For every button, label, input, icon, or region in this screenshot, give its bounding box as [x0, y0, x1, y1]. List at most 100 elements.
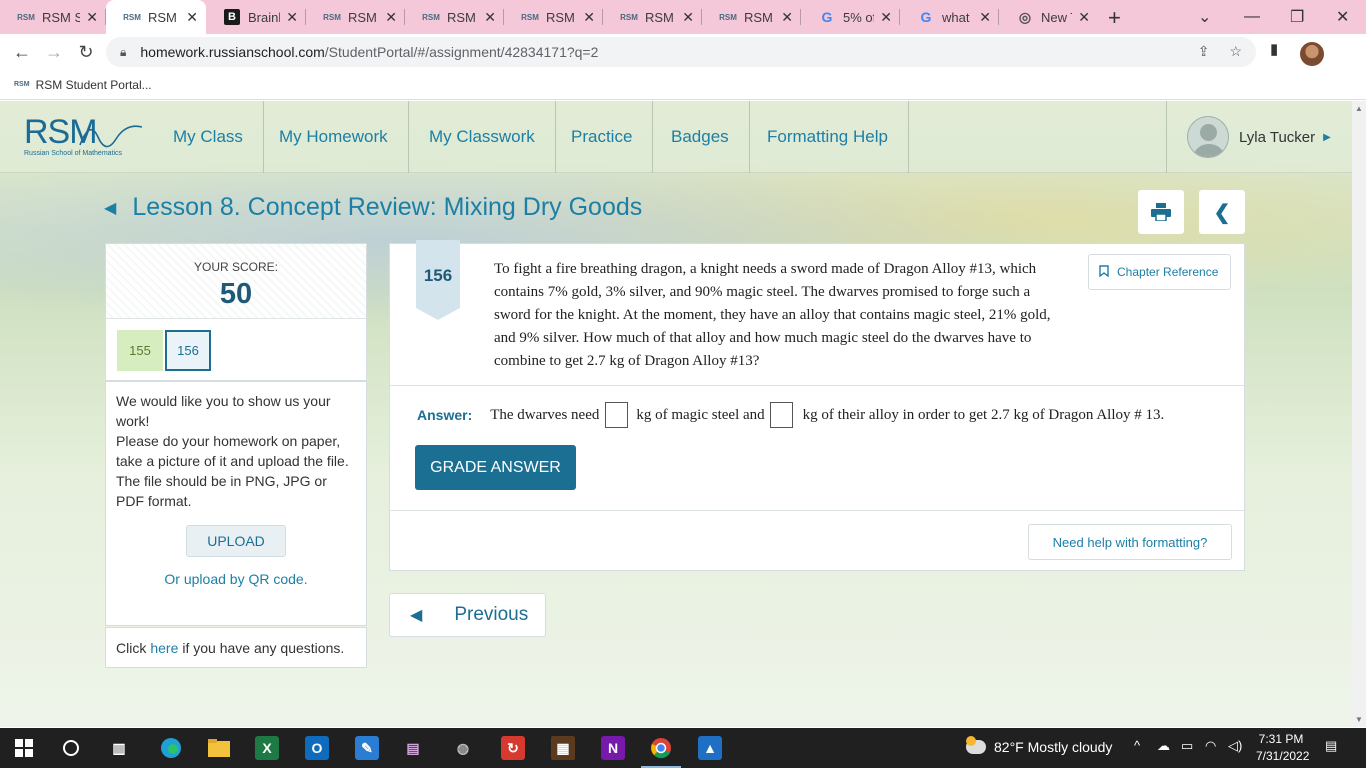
close-tab-icon[interactable]: ✕	[979, 9, 991, 26]
close-tab-icon[interactable]: ✕	[682, 9, 694, 26]
close-tab-icon[interactable]: ✕	[86, 9, 98, 26]
weather-widget[interactable]: 82°F Mostly cloudy	[966, 736, 1112, 755]
task-view-icon[interactable]: ▥	[107, 736, 131, 760]
system-clock[interactable]: 7:31 PM 7/31/2022	[1256, 731, 1309, 765]
notifications-icon[interactable]: ▤	[1325, 738, 1337, 754]
lesson-title: Lesson 8. Concept Review: Mixing Dry Goo…	[132, 193, 643, 221]
battery-icon[interactable]: ▭	[1181, 738, 1193, 754]
magic-steel-input[interactable]	[605, 402, 629, 428]
scroll-down-icon[interactable]: ▼	[1355, 715, 1363, 724]
file-explorer-icon[interactable]	[207, 736, 231, 760]
back-chevron-icon[interactable]: ◀	[104, 198, 116, 218]
print-button[interactable]	[1138, 190, 1184, 234]
score-panel: YOUR SCORE: 50 155 156	[105, 243, 367, 381]
browser-tab[interactable]: B Brainly ✕	[206, 0, 306, 34]
browser-tab[interactable]: RSM RSM S ✕	[306, 0, 405, 34]
browser-tab[interactable]: RSM RSM S ✕	[702, 0, 801, 34]
rsm-favicon: RSM	[123, 12, 141, 22]
browser-tab[interactable]: ◎ New T ✕	[999, 0, 1098, 34]
close-tab-icon[interactable]: ✕	[781, 9, 793, 26]
bookmark-star-icon[interactable]: ☆	[1229, 43, 1242, 60]
close-window-icon[interactable]: ✕	[1336, 0, 1349, 34]
address-bar[interactable]: 🔒︎ homework.russianschool.com/StudentPor…	[106, 37, 1256, 67]
answer-section: Answer: The dwarves need kg of magic ste…	[390, 385, 1244, 511]
sync-app-icon[interactable]: ↻	[501, 736, 525, 760]
calculator-app-icon[interactable]: ▤	[401, 736, 425, 760]
question-nav-155[interactable]: 155	[117, 330, 163, 371]
browser-tab[interactable]: G 5% of ✕	[801, 0, 900, 34]
browser-tab[interactable]: RSM RSM S ✕	[0, 0, 106, 34]
excel-icon[interactable]: X	[255, 736, 279, 760]
page-scrollbar[interactable]: ▲ ▼	[1352, 101, 1366, 727]
outlook-icon[interactable]: O	[305, 736, 329, 760]
close-tab-icon[interactable]: ✕	[583, 9, 595, 26]
chevron-left-icon: ◀	[410, 607, 423, 624]
formatting-help-button[interactable]: Need help with formatting?	[1028, 524, 1232, 560]
minimize-icon[interactable]: —	[1244, 0, 1260, 34]
browser-tab[interactable]: G what is ✕	[900, 0, 999, 34]
forward-icon[interactable]: →	[41, 40, 67, 64]
grade-answer-button[interactable]: GRADE ANSWER	[415, 445, 576, 490]
rsm-logo[interactable]: RSM Russian School of Mathematics	[24, 115, 144, 159]
nav-label: My Class	[173, 127, 243, 146]
collapse-button[interactable]: ❮	[1199, 190, 1245, 234]
chapter-reference-button[interactable]: Chapter Reference	[1088, 254, 1231, 290]
share-icon[interactable]: ⇪	[1198, 43, 1210, 60]
close-tab-icon[interactable]: ✕	[186, 9, 198, 26]
search-icon[interactable]	[59, 736, 83, 760]
side-panel-icon[interactable]: ▮	[1270, 40, 1278, 58]
upload-button[interactable]: UPLOAD	[186, 525, 286, 557]
show-hidden-icons-icon[interactable]: ^	[1134, 738, 1140, 753]
onenote-icon[interactable]: N	[601, 736, 625, 760]
volume-icon[interactable]: ◁)	[1228, 738, 1242, 754]
bookmark-item[interactable]: RSM Student Portal...	[36, 78, 152, 92]
close-tab-icon[interactable]: ✕	[286, 9, 298, 26]
user-menu[interactable]: Lyla Tucker ▶	[1166, 101, 1352, 173]
close-tab-icon[interactable]: ✕	[1078, 9, 1090, 26]
tab-search-icon[interactable]: ⌄	[1198, 0, 1211, 34]
settings-app-icon[interactable]: ◍	[451, 736, 475, 760]
back-icon[interactable]: ←	[9, 40, 35, 64]
tab-title: Brainly	[248, 9, 280, 25]
browser-toolbar: ← → ↻ 🔒︎ homework.russianschool.com/Stud…	[0, 34, 1366, 70]
whiteboard-icon[interactable]: ✎	[355, 736, 379, 760]
question-nav-156[interactable]: 156	[165, 330, 211, 371]
answer-text-1: The dwarves need	[490, 406, 600, 423]
nav-practice[interactable]: Practice	[551, 101, 654, 173]
close-tab-icon[interactable]: ✕	[484, 9, 496, 26]
new-tab-icon[interactable]: +	[1108, 5, 1121, 31]
scroll-up-icon[interactable]: ▲	[1355, 104, 1363, 113]
browser-tab-active[interactable]: RSM RSM S ✕	[106, 0, 206, 34]
browser-tab[interactable]: RSM RSM S ✕	[405, 0, 504, 34]
brainly-favicon: B	[224, 9, 240, 25]
wifi-icon[interactable]: ◠	[1205, 738, 1216, 754]
nav-my-class[interactable]: My Class	[153, 101, 264, 173]
browser-tab[interactable]: RSM RSM S ✕	[504, 0, 603, 34]
onedrive-icon[interactable]: ☁	[1157, 738, 1170, 754]
edge-icon[interactable]	[159, 736, 183, 760]
help-here-link[interactable]: here	[150, 640, 178, 656]
minecraft-icon[interactable]: ▦	[551, 736, 575, 760]
photos-icon[interactable]: ▲	[698, 736, 722, 760]
chrome-icon[interactable]	[649, 736, 673, 760]
previous-button[interactable]: ◀ Previous	[389, 593, 546, 637]
rsm-favicon: RSM	[17, 12, 35, 22]
alloy-input[interactable]	[769, 402, 793, 428]
reload-icon[interactable]: ↻	[73, 40, 99, 64]
nav-badges[interactable]: Badges	[651, 101, 750, 173]
nav-my-homework[interactable]: My Homework	[259, 101, 409, 173]
upload-work-panel: We would like you to show us your work! …	[105, 381, 367, 626]
browser-tab[interactable]: RSM RSM S ✕	[603, 0, 702, 34]
tab-title: RSM S	[744, 9, 775, 25]
close-tab-icon[interactable]: ✕	[385, 9, 397, 26]
answer-label: Answer:	[417, 407, 473, 423]
browser-profile-avatar[interactable]	[1300, 42, 1324, 66]
qr-upload-link[interactable]: Or upload by QR code.	[116, 571, 356, 587]
lock-icon[interactable]: 🔒︎	[120, 45, 126, 60]
nav-my-classwork[interactable]: My Classwork	[409, 101, 556, 173]
windows-start-icon[interactable]	[12, 736, 36, 760]
close-tab-icon[interactable]: ✕	[880, 9, 892, 26]
cloud-icon	[966, 736, 986, 754]
restore-icon[interactable]: ❐	[1290, 0, 1304, 34]
nav-formatting-help[interactable]: Formatting Help	[747, 101, 909, 173]
